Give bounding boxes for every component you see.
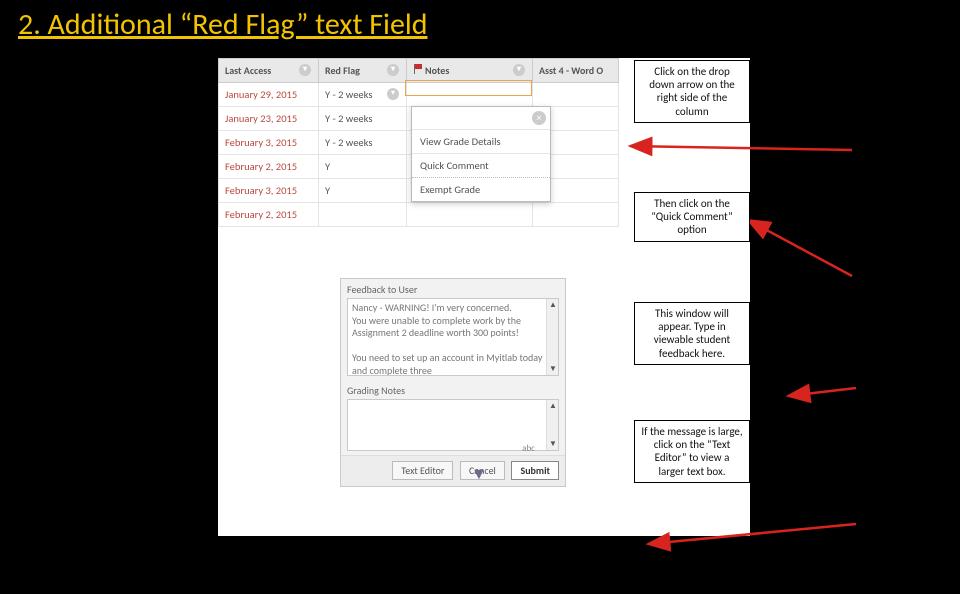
table-row[interactable]: February 2, 2015 (219, 203, 619, 227)
menu-view-grade-details[interactable]: View Grade Details (412, 129, 550, 153)
col-notes[interactable]: Notes▾ (407, 59, 533, 83)
scrollbar[interactable]: ▲ ▼ (546, 299, 558, 375)
col-red-flag[interactable]: Red Flag▾ (319, 59, 407, 83)
scroll-down-icon[interactable]: ▼ (549, 364, 557, 374)
close-icon[interactable]: × (532, 111, 546, 125)
col-last-access[interactable]: Last Access▾ (219, 59, 319, 83)
slide-title: 2. Additional “Red Flag” text Field (18, 6, 428, 43)
feedback-body: Nancy - WARNING! I'm very concerned. You… (352, 301, 542, 376)
context-menu: × View Grade Details Quick Comment Exemp… (411, 106, 551, 202)
flag-icon (413, 64, 423, 74)
feedback-label: Feedback to User (341, 279, 565, 298)
menu-quick-comment[interactable]: Quick Comment (412, 153, 550, 177)
feedback-popup: Feedback to User Nancy - WARNING! I'm ve… (340, 278, 566, 487)
feedback-textarea[interactable]: Nancy - WARNING! I'm very concerned. You… (347, 298, 559, 376)
scroll-down-icon[interactable]: ▼ (549, 439, 557, 449)
grading-notes-label: Grading Notes (341, 380, 565, 399)
submit-button[interactable]: Submit (511, 461, 559, 480)
chevron-down-icon[interactable]: ▾ (513, 64, 525, 76)
chevron-down-icon[interactable]: ▼ (471, 465, 487, 484)
scroll-up-icon[interactable]: ▲ (549, 300, 557, 310)
spellcheck-icon[interactable]: abc (522, 443, 535, 454)
scrollbar[interactable]: ▲ ▼ (546, 400, 558, 450)
tip-feedback: This window will appear. Type in viewabl… (634, 302, 750, 365)
tip-quick-comment: Then click on the “Quick Comment” option (634, 192, 750, 242)
button-row: Text Editor Cancel Submit (341, 455, 565, 486)
chevron-down-icon[interactable]: ▾ (387, 64, 399, 76)
menu-exempt-grade[interactable]: Exempt Grade (412, 177, 550, 201)
table-row[interactable]: January 29, 2015Y - 2 weeks▾ (219, 83, 619, 107)
col-asst4[interactable]: Asst 4 - Word O (533, 59, 619, 83)
cell-dropdown-icon[interactable]: ▾ (387, 88, 399, 100)
tip-dropdown: Click on the drop down arrow on the righ… (634, 60, 750, 123)
chevron-down-icon[interactable]: ▾ (299, 64, 311, 76)
tip-text-editor: If the message is large, click on the “T… (634, 420, 750, 483)
scroll-up-icon[interactable]: ▲ (549, 401, 557, 411)
text-editor-button[interactable]: Text Editor (392, 461, 453, 480)
